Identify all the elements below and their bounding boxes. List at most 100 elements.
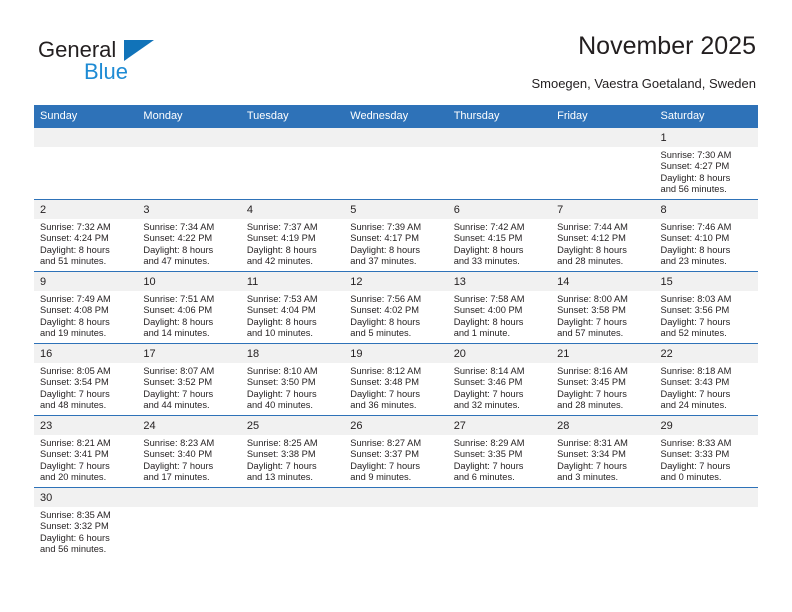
calendar-day-cell[interactable]: 4 Sunrise: 7:37 AM Sunset: 4:19 PM Daylight… (240, 199, 345, 272)
weekday-header-thursday: Thursday (447, 105, 552, 128)
day-number: 28 (551, 416, 655, 435)
day-sunset-text: Sunset: 3:35 PM (453, 449, 523, 460)
day-daylight-line-text: Daylight: 7 hours (453, 388, 524, 399)
calendar-day-cell[interactable]: 15 Sunrise: 8:03 AM Sunset: 3:56 PM Dayligh… (654, 271, 758, 344)
day-daylight-line-text: Daylight: 7 hours (143, 388, 214, 399)
day-sunset-text: Sunset: 3:48 PM (350, 377, 419, 388)
day-daylight-line-text: Daylight: 8 hours (40, 316, 110, 327)
day-sunrise-text: Sunrise: 7:42 AM (453, 222, 525, 232)
day-daylight-line-text: Daylight: 7 hours (246, 388, 317, 399)
day-number: 1 (654, 128, 758, 147)
day-number: 8 (654, 200, 758, 219)
calendar-day-cell[interactable]: 3 Sunrise: 7:34 AM Sunset: 4:22 PM Daylight… (137, 199, 241, 272)
calendar-day-cell[interactable]: 27 Sunrise: 8:29 AM Sunset: 3:35 PM Dayligh… (447, 415, 552, 488)
day-daylight-line-text: and 28 minutes. (557, 400, 624, 411)
calendar-day-cell[interactable]: 6 Sunrise: 7:42 AM Sunset: 4:15 PM Daylight… (447, 199, 552, 272)
day-details: Sunrise: 7:46 AM Sunset: 4:10 PM Daylight:… (655, 219, 758, 268)
day-number: 29 (654, 416, 758, 435)
day-details: Sunrise: 7:37 AM Sunset: 4:19 PM Daylight:… (241, 219, 344, 268)
calendar-day-cell[interactable]: 5 Sunrise: 7:39 AM Sunset: 4:17 PM Daylight… (344, 199, 448, 272)
day-details: Sunrise: 8:18 AM Sunset: 3:43 PM Daylight:… (655, 363, 758, 412)
calendar-day-cell[interactable]: 30 Sunrise: 8:35 AM Sunset: 3:32 PM Dayligh… (34, 487, 138, 560)
day-number (551, 488, 655, 507)
calendar-day-cell[interactable]: 29 Sunrise: 8:33 AM Sunset: 3:33 PM Dayligh… (654, 415, 758, 488)
calendar-day-cell-empty (34, 127, 138, 200)
calendar-day-cell[interactable]: 11 Sunrise: 7:53 AM Sunset: 4:04 PM Dayligh… (240, 271, 345, 344)
day-details: Sunrise: 8:27 AM Sunset: 3:37 PM Daylight:… (344, 435, 447, 484)
day-daylight-line-text: and 32 minutes. (453, 400, 520, 411)
calendar-day-cell[interactable]: 22 Sunrise: 8:18 AM Sunset: 3:43 PM Dayligh… (654, 343, 758, 416)
day-number: 3 (137, 200, 241, 219)
day-number: 23 (34, 416, 138, 435)
day-details: Sunrise: 8:03 AM Sunset: 3:56 PM Daylight:… (655, 291, 758, 340)
day-details: Sunrise: 8:23 AM Sunset: 3:40 PM Daylight:… (137, 435, 240, 484)
day-number: 25 (240, 416, 345, 435)
calendar-day-cell[interactable]: 26 Sunrise: 8:27 AM Sunset: 3:37 PM Dayligh… (344, 415, 448, 488)
day-sunset-text: Sunset: 4:22 PM (143, 233, 213, 244)
day-daylight-line-text: Daylight: 7 hours (660, 460, 731, 471)
calendar-day-cell[interactable]: 2 Sunrise: 7:32 AM Sunset: 4:24 PM Daylight… (34, 199, 138, 272)
day-number: 19 (344, 344, 448, 363)
day-sunset-text: Sunset: 4:24 PM (40, 233, 109, 244)
day-number (344, 128, 448, 147)
calendar-day-cell[interactable]: 13 Sunrise: 7:58 AM Sunset: 4:00 PM Dayligh… (447, 271, 552, 344)
day-sunset-text: Sunset: 4:15 PM (453, 233, 523, 244)
calendar-day-cell[interactable]: 8 Sunrise: 7:46 AM Sunset: 4:10 PM Daylight… (654, 199, 758, 272)
calendar-day-cell[interactable]: 9 Sunrise: 7:49 AM Sunset: 4:08 PM Daylight… (34, 271, 138, 344)
day-sunset-text: Sunset: 3:56 PM (660, 305, 730, 316)
calendar-day-cell[interactable]: 28 Sunrise: 8:31 AM Sunset: 3:34 PM Dayligh… (551, 415, 655, 488)
day-details: Sunrise: 8:10 AM Sunset: 3:50 PM Daylight:… (241, 363, 344, 412)
calendar-day-cell[interactable]: 25 Sunrise: 8:25 AM Sunset: 3:38 PM Dayligh… (240, 415, 345, 488)
day-daylight-line-text: Daylight: 7 hours (660, 388, 731, 399)
calendar-day-cell-empty (240, 487, 345, 560)
day-sunrise-text: Sunrise: 8:33 AM (660, 438, 732, 448)
weekday-header-sunday: Sunday (34, 105, 138, 128)
day-sunset-text: Sunset: 4:00 PM (453, 305, 523, 316)
day-number: 17 (137, 344, 241, 363)
calendar-week-row: 23 Sunrise: 8:21 AM Sunset: 3:41 PM Dayligh… (34, 415, 758, 488)
day-sunrise-text: Sunrise: 8:18 AM (660, 366, 732, 376)
day-sunrise-text: Sunrise: 8:12 AM (350, 366, 422, 376)
day-daylight-line-text: and 48 minutes. (40, 400, 107, 411)
day-sunset-text: Sunset: 4:04 PM (246, 305, 316, 316)
day-daylight-line-text: and 13 minutes. (246, 472, 313, 483)
day-number: 15 (654, 272, 758, 291)
calendar-day-cell[interactable]: 16 Sunrise: 8:05 AM Sunset: 3:54 PM Dayligh… (34, 343, 138, 416)
calendar-body: 1 Sunrise: 7:30 AM Sunset: 4:27 PM Daylight… (34, 127, 758, 560)
day-sunrise-text: Sunrise: 8:27 AM (350, 438, 422, 448)
calendar-day-cell[interactable]: 20 Sunrise: 8:14 AM Sunset: 3:46 PM Dayligh… (447, 343, 552, 416)
day-sunset-text: Sunset: 3:58 PM (557, 305, 626, 316)
day-details: Sunrise: 8:00 AM Sunset: 3:58 PM Daylight:… (551, 291, 654, 340)
calendar-day-cell-empty (137, 127, 241, 200)
day-number: 13 (447, 272, 552, 291)
calendar-day-cell[interactable]: 19 Sunrise: 8:12 AM Sunset: 3:48 PM Dayligh… (344, 343, 448, 416)
day-number (447, 128, 552, 147)
calendar-day-cell[interactable]: 10 Sunrise: 7:51 AM Sunset: 4:06 PM Dayligh… (137, 271, 241, 344)
calendar-day-cell[interactable]: 23 Sunrise: 8:21 AM Sunset: 3:41 PM Dayligh… (34, 415, 138, 488)
calendar-day-cell[interactable]: 18 Sunrise: 8:10 AM Sunset: 3:50 PM Dayligh… (240, 343, 345, 416)
day-sunset-text: Sunset: 4:12 PM (557, 233, 626, 244)
logo-triangle-icon (124, 40, 154, 61)
day-sunrise-text: Sunrise: 8:21 AM (40, 438, 111, 448)
calendar-day-cell[interactable]: 7 Sunrise: 7:44 AM Sunset: 4:12 PM Daylight… (551, 199, 655, 272)
day-sunset-text: Sunset: 4:02 PM (350, 305, 419, 316)
weekday-header-wednesday: Wednesday (344, 105, 448, 128)
day-details: Sunrise: 7:32 AM Sunset: 4:24 PM Daylight:… (34, 219, 137, 268)
day-sunset-text: Sunset: 3:41 PM (40, 449, 109, 460)
calendar-day-cell[interactable]: 12 Sunrise: 7:56 AM Sunset: 4:02 PM Dayligh… (344, 271, 448, 344)
page-title: November 2025 (578, 32, 756, 60)
calendar-day-cell[interactable]: 1 Sunrise: 7:30 AM Sunset: 4:27 PM Daylight… (654, 127, 758, 200)
calendar-day-cell[interactable]: 14 Sunrise: 8:00 AM Sunset: 3:58 PM Dayligh… (551, 271, 655, 344)
day-number (654, 488, 758, 507)
day-details: Sunrise: 7:30 AM Sunset: 4:27 PM Daylight:… (655, 147, 758, 196)
calendar-day-cell[interactable]: 24 Sunrise: 8:23 AM Sunset: 3:40 PM Dayligh… (137, 415, 241, 488)
day-daylight-line-text: and 6 minutes. (453, 472, 515, 483)
day-daylight-line-text: and 9 minutes. (350, 472, 412, 483)
day-sunrise-text: Sunrise: 7:53 AM (246, 294, 318, 304)
calendar-day-cell[interactable]: 17 Sunrise: 8:07 AM Sunset: 3:52 PM Dayligh… (137, 343, 241, 416)
day-sunrise-text: Sunrise: 7:44 AM (557, 222, 628, 232)
day-sunset-text: Sunset: 3:43 PM (660, 377, 730, 388)
calendar-day-cell[interactable]: 21 Sunrise: 8:16 AM Sunset: 3:45 PM Dayligh… (551, 343, 655, 416)
day-details: Sunrise: 7:56 AM Sunset: 4:02 PM Daylight:… (344, 291, 447, 340)
day-details: Sunrise: 8:14 AM Sunset: 3:46 PM Daylight:… (448, 363, 551, 412)
